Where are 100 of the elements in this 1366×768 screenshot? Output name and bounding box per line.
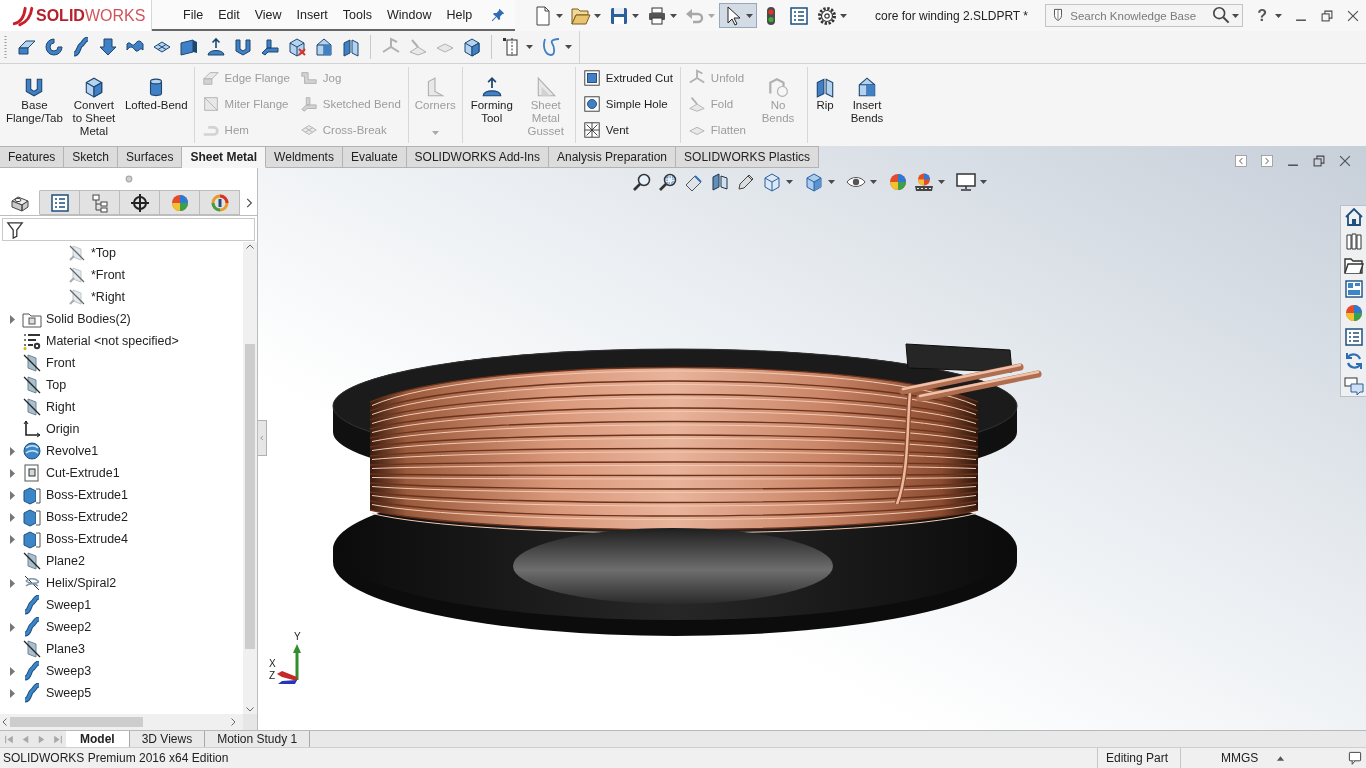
close-icon[interactable] bbox=[1338, 154, 1352, 168]
tree-item[interactable]: Plane3 bbox=[0, 638, 243, 660]
caret-icon[interactable] bbox=[828, 180, 835, 184]
search-icon[interactable] bbox=[1212, 6, 1231, 24]
ribbon-button[interactable]: Lofted-Bend bbox=[120, 64, 192, 146]
caret-icon[interactable] bbox=[980, 180, 987, 184]
layout-icon[interactable] bbox=[1343, 279, 1364, 299]
expand-arrow-icon[interactable] bbox=[9, 622, 15, 632]
menu-item[interactable]: Help bbox=[446, 7, 473, 22]
ribbon-button[interactable]: Insert Bends bbox=[840, 64, 894, 146]
caret-icon[interactable] bbox=[786, 180, 793, 184]
tree-item[interactable]: Boss-Extrude4 bbox=[0, 528, 243, 550]
restore-icon[interactable] bbox=[1320, 8, 1334, 23]
tree-item[interactable]: *Right bbox=[0, 286, 243, 308]
tree-item[interactable]: Sweep1 bbox=[0, 594, 243, 616]
expand-arrow-icon[interactable] bbox=[9, 446, 15, 456]
tree-item[interactable]: Solid Bodies(2) bbox=[0, 308, 243, 330]
menu-item[interactable]: Insert bbox=[296, 7, 328, 22]
caret-icon[interactable] bbox=[1232, 14, 1240, 18]
color-ball-icon[interactable] bbox=[888, 172, 908, 192]
note-icon[interactable] bbox=[1348, 751, 1362, 765]
tree-item[interactable]: Front bbox=[0, 352, 243, 374]
home-icon[interactable] bbox=[1343, 207, 1364, 227]
zoom-area-icon[interactable] bbox=[658, 172, 678, 192]
cube-icon[interactable] bbox=[762, 172, 782, 192]
menu-item[interactable]: Tools bbox=[342, 7, 373, 22]
tab[interactable]: SOLIDWORKS Add-Ins bbox=[406, 146, 549, 168]
menu-item[interactable]: File bbox=[183, 7, 204, 22]
shaded-cube-icon[interactable] bbox=[804, 172, 824, 192]
vertical-scrollbar[interactable] bbox=[243, 242, 257, 714]
menu-item[interactable]: Edit bbox=[218, 7, 240, 22]
expand-arrow-icon[interactable] bbox=[9, 314, 15, 324]
ribbon-button[interactable]: Extruded Cut bbox=[582, 65, 673, 91]
tree-item[interactable]: Plane2 bbox=[0, 550, 243, 572]
expand-arrow-icon[interactable] bbox=[9, 512, 15, 522]
ribbon-button[interactable]: Base Flange/Tab bbox=[2, 64, 67, 146]
tree-item[interactable]: Boss-Extrude2 bbox=[0, 506, 243, 528]
close-icon[interactable] bbox=[1346, 8, 1360, 23]
tab[interactable]: Surfaces bbox=[118, 146, 183, 168]
monitor-icon[interactable] bbox=[956, 172, 976, 192]
tree-item[interactable]: Sweep2 bbox=[0, 616, 243, 638]
ribbon-button[interactable]: Forming Tool bbox=[464, 64, 519, 146]
split-block-icon[interactable] bbox=[710, 172, 730, 192]
drag-handle-icon[interactable] bbox=[124, 175, 133, 183]
ribbon-button[interactable]: Rip bbox=[810, 64, 840, 146]
tab[interactable]: Sheet Metal bbox=[182, 146, 267, 168]
ribbon-button[interactable]: Simple Hole bbox=[582, 91, 673, 117]
tree-item[interactable]: Helix/Spiral2 bbox=[0, 572, 243, 594]
color-ball-icon[interactable] bbox=[1343, 303, 1364, 323]
menu-item[interactable]: View bbox=[254, 7, 282, 22]
list-icon[interactable] bbox=[1343, 327, 1364, 347]
tab[interactable]: Sketch bbox=[64, 146, 119, 168]
zoom-icon[interactable] bbox=[632, 172, 652, 192]
restore-icon[interactable] bbox=[1312, 154, 1326, 168]
caret-icon[interactable] bbox=[870, 180, 877, 184]
expand-arrow-icon[interactable] bbox=[9, 534, 15, 544]
expand-arrow-icon[interactable] bbox=[9, 666, 15, 676]
panel-tab[interactable] bbox=[120, 190, 160, 215]
select-button[interactable] bbox=[719, 3, 757, 28]
tree-item[interactable]: Sweep3 bbox=[0, 660, 243, 682]
tab[interactable]: Model bbox=[66, 731, 130, 747]
tab[interactable]: Features bbox=[0, 146, 65, 168]
scene-icon[interactable] bbox=[914, 172, 934, 192]
expand-arrow-icon[interactable] bbox=[9, 688, 15, 698]
pin-icon[interactable] bbox=[491, 7, 505, 22]
horizontal-scrollbar[interactable] bbox=[0, 714, 257, 730]
units-text[interactable]: MMGS bbox=[1221, 751, 1259, 765]
drag-grip-icon[interactable] bbox=[4, 35, 7, 59]
tree-item[interactable]: Sweep5 bbox=[0, 682, 243, 704]
tree-item[interactable]: *Front bbox=[0, 264, 243, 286]
tree-item[interactable]: *Top bbox=[0, 242, 243, 264]
tree-item[interactable]: Boss-Extrude1 bbox=[0, 484, 243, 506]
tree-item[interactable]: Origin bbox=[0, 418, 243, 440]
caret-icon[interactable] bbox=[1275, 13, 1282, 18]
tab[interactable]: Evaluate bbox=[342, 146, 407, 168]
search-field[interactable]: Search Knowledge Base bbox=[1045, 4, 1244, 27]
expand-arrow-icon[interactable] bbox=[9, 468, 15, 478]
books-icon[interactable] bbox=[1343, 231, 1364, 251]
pencil-icon[interactable] bbox=[736, 172, 756, 192]
tab[interactable]: Analysis Preparation bbox=[549, 146, 677, 168]
filter-field[interactable] bbox=[2, 218, 255, 241]
ribbon-button[interactable]: Convert to Sheet Metal bbox=[66, 64, 121, 146]
expand-arrow-icon[interactable] bbox=[9, 490, 15, 500]
refresh-icon[interactable] bbox=[1343, 351, 1364, 371]
tab[interactable]: SOLIDWORKS Plastics bbox=[676, 146, 820, 168]
caret-up-icon[interactable] bbox=[1276, 753, 1286, 763]
tree-item[interactable]: Material <not specified> bbox=[0, 330, 243, 352]
folder-icon[interactable] bbox=[1343, 255, 1364, 275]
chat-icon[interactable] bbox=[1343, 375, 1364, 395]
menu-item[interactable]: Window bbox=[387, 7, 432, 22]
tab[interactable]: Weldments bbox=[266, 146, 343, 168]
tree-item[interactable]: Top bbox=[0, 374, 243, 396]
expand-arrow-icon[interactable] bbox=[9, 578, 15, 588]
panel-collapse-handle[interactable] bbox=[258, 420, 267, 456]
tilted-block-icon[interactable] bbox=[684, 172, 704, 192]
caret-icon[interactable] bbox=[938, 180, 945, 184]
tree-item[interactable]: Right bbox=[0, 396, 243, 418]
help-button[interactable]: ? bbox=[1257, 6, 1267, 25]
tree-item[interactable]: Revolve1 bbox=[0, 440, 243, 462]
tree-item[interactable]: Cut-Extrude1 bbox=[0, 462, 243, 484]
